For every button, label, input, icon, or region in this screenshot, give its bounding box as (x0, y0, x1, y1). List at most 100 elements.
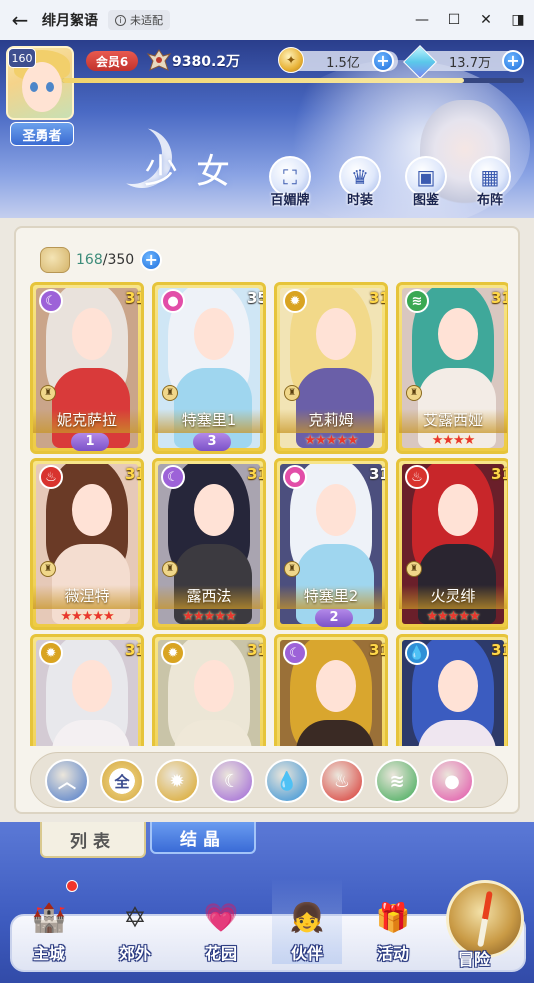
light-element-icon: ✹ (161, 641, 185, 665)
shortcut-label: 布阵 (476, 193, 503, 208)
combat-power-value: 9380.2万 (172, 54, 241, 70)
sidebar-icon[interactable]: ◨ (502, 0, 534, 40)
wind-element-icon: ≋ (405, 289, 429, 313)
minimize-icon[interactable]: — (406, 0, 438, 40)
info-icon: i (115, 14, 126, 26)
character-stars: ★★★★★ (182, 609, 236, 624)
nav-label: 活动 (376, 944, 409, 963)
filter-water-button[interactable]: 💧 (265, 759, 309, 803)
character-card[interactable]: ✹ 315 ♜ 克莉姆★★★★★ (274, 282, 388, 454)
heart-element-icon: ● (161, 289, 185, 313)
character-name: 火灵绯 (399, 585, 507, 609)
notification-dot (66, 880, 78, 892)
character-grid: ☾315♜妮克萨拉1●350♜特塞里13✹315♜克莉姆★★★★★≋315♜艾露… (30, 282, 508, 746)
filter-collapse-button[interactable]: ︿ (45, 759, 89, 803)
shortcut-label: 百媚牌 (270, 193, 310, 208)
light-element-icon: ✹ (283, 289, 307, 313)
roster-capacity-text: 168/350 (76, 252, 134, 268)
expand-roster-button[interactable]: + (140, 249, 163, 271)
character-power: 350 (247, 289, 263, 307)
gift-icon: 🎁 (375, 900, 411, 934)
lock-icon: ♜ (284, 561, 300, 577)
game-header: 160 圣勇者 会员6 9380.2万 1.5亿 ✦ + 13.7万 + 少女 … (0, 40, 534, 220)
filter-fire-button[interactable]: ♨ (320, 759, 364, 803)
filter-wind-button[interactable]: ≋ (375, 759, 419, 803)
nav-magic-circle[interactable]: ✡ 郊外 (100, 878, 170, 964)
player-title-badge[interactable]: 圣勇者 (10, 122, 74, 146)
heart-icon: 💗 (203, 900, 239, 934)
compat-badge: i 未适配 (108, 10, 170, 30)
shortcut-card-collection[interactable]: ⛶ 百媚牌 (262, 156, 318, 208)
character-card[interactable]: ● 350 ♜ 特塞里13 (152, 282, 266, 454)
roster-count: 168 (76, 252, 103, 268)
nav-heart[interactable]: 💗 花园 (186, 878, 256, 964)
lock-icon: ♜ (162, 385, 178, 401)
character-card[interactable]: ☾ 315 ♜ 露西法★★★★★ (152, 458, 266, 630)
roster-capacity: 168/350 + (40, 246, 163, 274)
character-card[interactable]: ♨ 315 ♜ 薇涅特★★★★★ (30, 458, 144, 630)
compass-icon (477, 890, 493, 948)
shortcut-formation[interactable]: ▦ 布阵 (462, 156, 518, 208)
filter-moon-button[interactable]: ☾ (210, 759, 254, 803)
nav-castle[interactable]: 🏰 主城 (14, 878, 84, 964)
character-stars: ★★★★★ (426, 609, 480, 624)
tab-list[interactable]: 列表 (40, 822, 146, 858)
roster-capacity-icon (40, 247, 70, 273)
filter-all-button[interactable]: 全 (100, 759, 144, 803)
gold-coin-icon: ✦ (278, 47, 304, 73)
character-name: 艾露西娅 (399, 409, 507, 433)
vip-badge[interactable]: 会员6 (86, 51, 138, 71)
player-level-badge: 160 (8, 48, 36, 68)
shortcut-fashion[interactable]: ♛ 时装 (332, 156, 388, 208)
heart-element-icon: ● (283, 465, 307, 489)
character-power: 315 (369, 289, 385, 307)
character-power: 315 (491, 289, 507, 307)
fire-element-icon: ♨ (39, 465, 63, 489)
character-power: 315 (247, 641, 263, 659)
fire-element-icon: ♨ (405, 465, 429, 489)
character-power: 315 (491, 641, 507, 659)
nav-label: 伙伴 (290, 944, 323, 963)
add-gold-button[interactable]: + (372, 50, 394, 72)
character-card[interactable]: ✹ 315 (30, 634, 144, 746)
character-card[interactable]: ● 315 ♜ 特塞里22 (274, 458, 388, 630)
character-card[interactable]: ≋ 315 ♜ 艾露西娅★★★★ (396, 282, 508, 454)
nav-partner[interactable]: 👧 伙伴 (272, 878, 342, 964)
character-card[interactable]: ☾ 315 ♜ 妮克萨拉1 (30, 282, 144, 454)
nav-label: 主城 (32, 944, 65, 963)
close-icon[interactable]: ✕ (470, 0, 502, 40)
character-rank-badge: 3 (193, 433, 231, 451)
character-stars: ★★★★★ (304, 433, 358, 448)
maximize-icon[interactable]: ☐ (438, 0, 470, 40)
moon-element-icon: ☾ (283, 641, 307, 665)
filter-heart-button[interactable]: ● (430, 759, 474, 803)
character-stars: ★★★★ (431, 433, 476, 448)
roster-max: /350 (102, 252, 135, 268)
shortcut-codex[interactable]: ▣ 图鉴 (398, 156, 454, 208)
character-power: 315 (369, 641, 385, 659)
character-name: 薇涅特 (33, 585, 141, 609)
nav-gift[interactable]: 🎁 活动 (358, 878, 428, 964)
character-rank-badge: 2 (315, 609, 353, 627)
character-card[interactable]: 💧 315 (396, 634, 508, 746)
tab-crystal[interactable]: 结晶 (150, 822, 256, 854)
lock-icon: ♜ (406, 385, 422, 401)
add-gems-button[interactable]: + (502, 50, 524, 72)
filter-light-button[interactable]: ✹ (155, 759, 199, 803)
character-power: 315 (125, 465, 141, 483)
adventure-label: 冒险 (458, 950, 491, 969)
character-name: 克莉姆 (277, 409, 385, 433)
nav-label: 郊外 (118, 944, 151, 963)
nav-label: 花园 (204, 944, 237, 963)
character-power: 315 (247, 465, 263, 483)
character-card[interactable]: ✹ 315 (152, 634, 266, 746)
back-arrow-icon[interactable]: ← (0, 0, 40, 40)
character-card[interactable]: ☾ 315 (274, 634, 388, 746)
character-name: 特塞里1 (155, 409, 263, 433)
character-card[interactable]: ♨ 315 ♜ 火灵绯★★★★★ (396, 458, 508, 630)
water-element-icon: 💧 (405, 641, 429, 665)
lock-icon: ♜ (162, 561, 178, 577)
character-stars: ★★★★★ (60, 609, 114, 624)
window-controls: — ☐ ✕ ◨ (406, 0, 534, 40)
moon-element-icon: ☾ (39, 289, 63, 313)
